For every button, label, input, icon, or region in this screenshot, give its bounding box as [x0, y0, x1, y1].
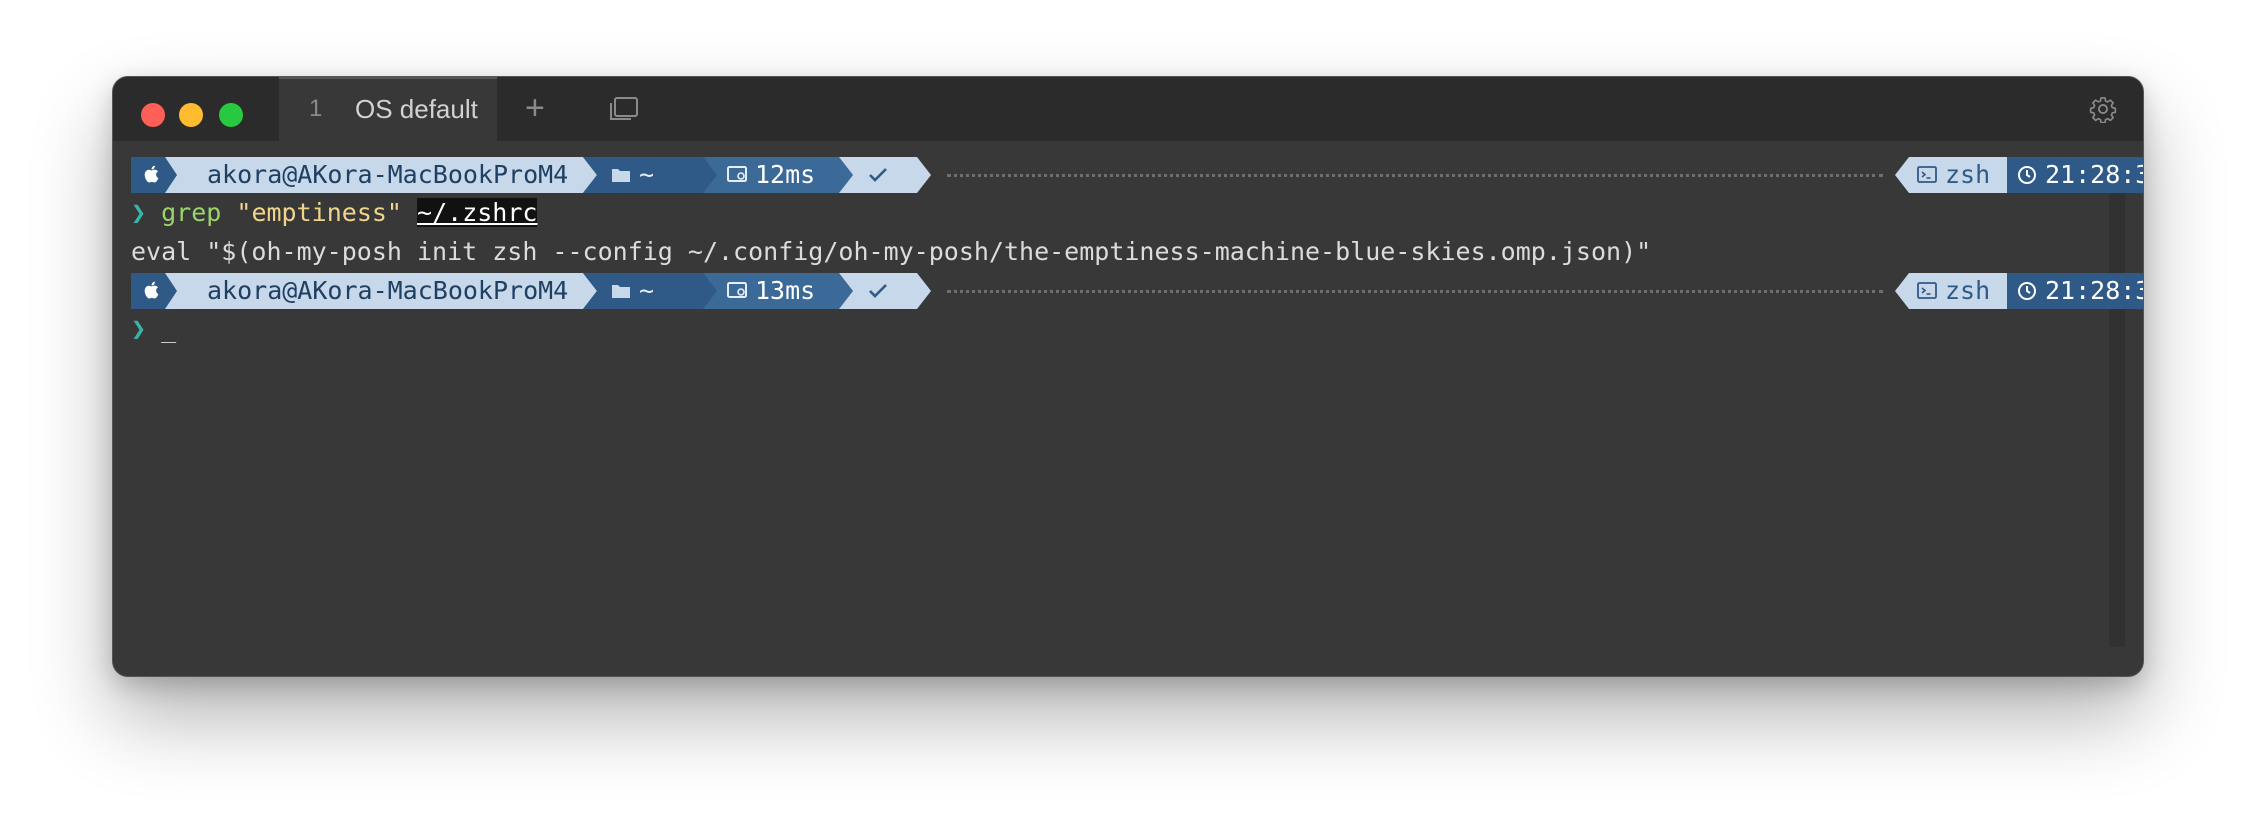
- status-ok-check-icon: [867, 157, 889, 193]
- command-name: grep: [161, 198, 222, 227]
- terminal-window: 1 OS default + akora@AKora-MacBookProM4 …: [112, 76, 2144, 677]
- dotted-separator: [947, 174, 1883, 177]
- folder-icon: [611, 157, 631, 193]
- prompt-chevron: ❯: [131, 314, 147, 343]
- prompt-line: akora@AKora-MacBookProM4 ~ 12ms zsh 21:2…: [131, 157, 2143, 193]
- current-dir: ~: [639, 160, 655, 189]
- tab-title: OS default: [355, 94, 478, 124]
- apple-icon: [141, 273, 163, 309]
- current-dir: ~: [639, 276, 655, 305]
- user-host: akora@AKora-MacBookProM4: [207, 276, 569, 305]
- tab-overview-icon[interactable]: [609, 95, 639, 128]
- output-line: eval "$(oh-my-posh init zsh --config ~/.…: [131, 237, 1652, 266]
- prompt-chevron: ❯: [131, 198, 147, 227]
- maximize-window-button[interactable]: [219, 103, 243, 127]
- folder-icon: [611, 273, 631, 309]
- status-ok-check-icon: [867, 273, 889, 309]
- shell-name: zsh: [1945, 160, 1991, 189]
- scrollbar-track[interactable]: [2109, 159, 2125, 647]
- command-duration: 13ms: [755, 276, 816, 305]
- close-window-button[interactable]: [141, 103, 165, 127]
- terminal-icon: [1917, 273, 1937, 309]
- command-path-arg: ~/.zshrc: [417, 198, 538, 227]
- terminal-icon: [1917, 157, 1937, 193]
- dotted-separator: [947, 290, 1883, 293]
- timer-icon: [727, 273, 749, 309]
- tab-number: 1: [309, 95, 323, 122]
- command-string-arg: "emptiness": [236, 198, 402, 227]
- user-host: akora@AKora-MacBookProM4: [207, 160, 569, 189]
- shell-name: zsh: [1945, 276, 1991, 305]
- command-duration: 12ms: [755, 160, 816, 189]
- prompt-time: 21:28:36: [2045, 276, 2143, 305]
- prompt-time: 21:28:34: [2045, 160, 2143, 189]
- text-cursor: _: [161, 314, 177, 343]
- command-line: ❯ grep "emptiness" ~/.zshrc: [131, 195, 538, 231]
- clock-icon: [2017, 157, 2037, 193]
- timer-icon: [727, 157, 749, 193]
- settings-gear-icon[interactable]: [2089, 95, 2117, 128]
- current-input-line[interactable]: ❯ _: [131, 311, 176, 347]
- title-bar: 1 OS default +: [113, 77, 2143, 141]
- new-tab-button[interactable]: +: [525, 91, 545, 125]
- tab-os-default[interactable]: 1 OS default: [279, 77, 497, 141]
- prompt-line: akora@AKora-MacBookProM4 ~ 13ms zsh 21:2…: [131, 273, 2143, 309]
- terminal-content[interactable]: akora@AKora-MacBookProM4 ~ 12ms zsh 21:2…: [131, 157, 2143, 657]
- minimize-window-button[interactable]: [179, 103, 203, 127]
- apple-icon: [141, 157, 163, 193]
- clock-icon: [2017, 273, 2037, 309]
